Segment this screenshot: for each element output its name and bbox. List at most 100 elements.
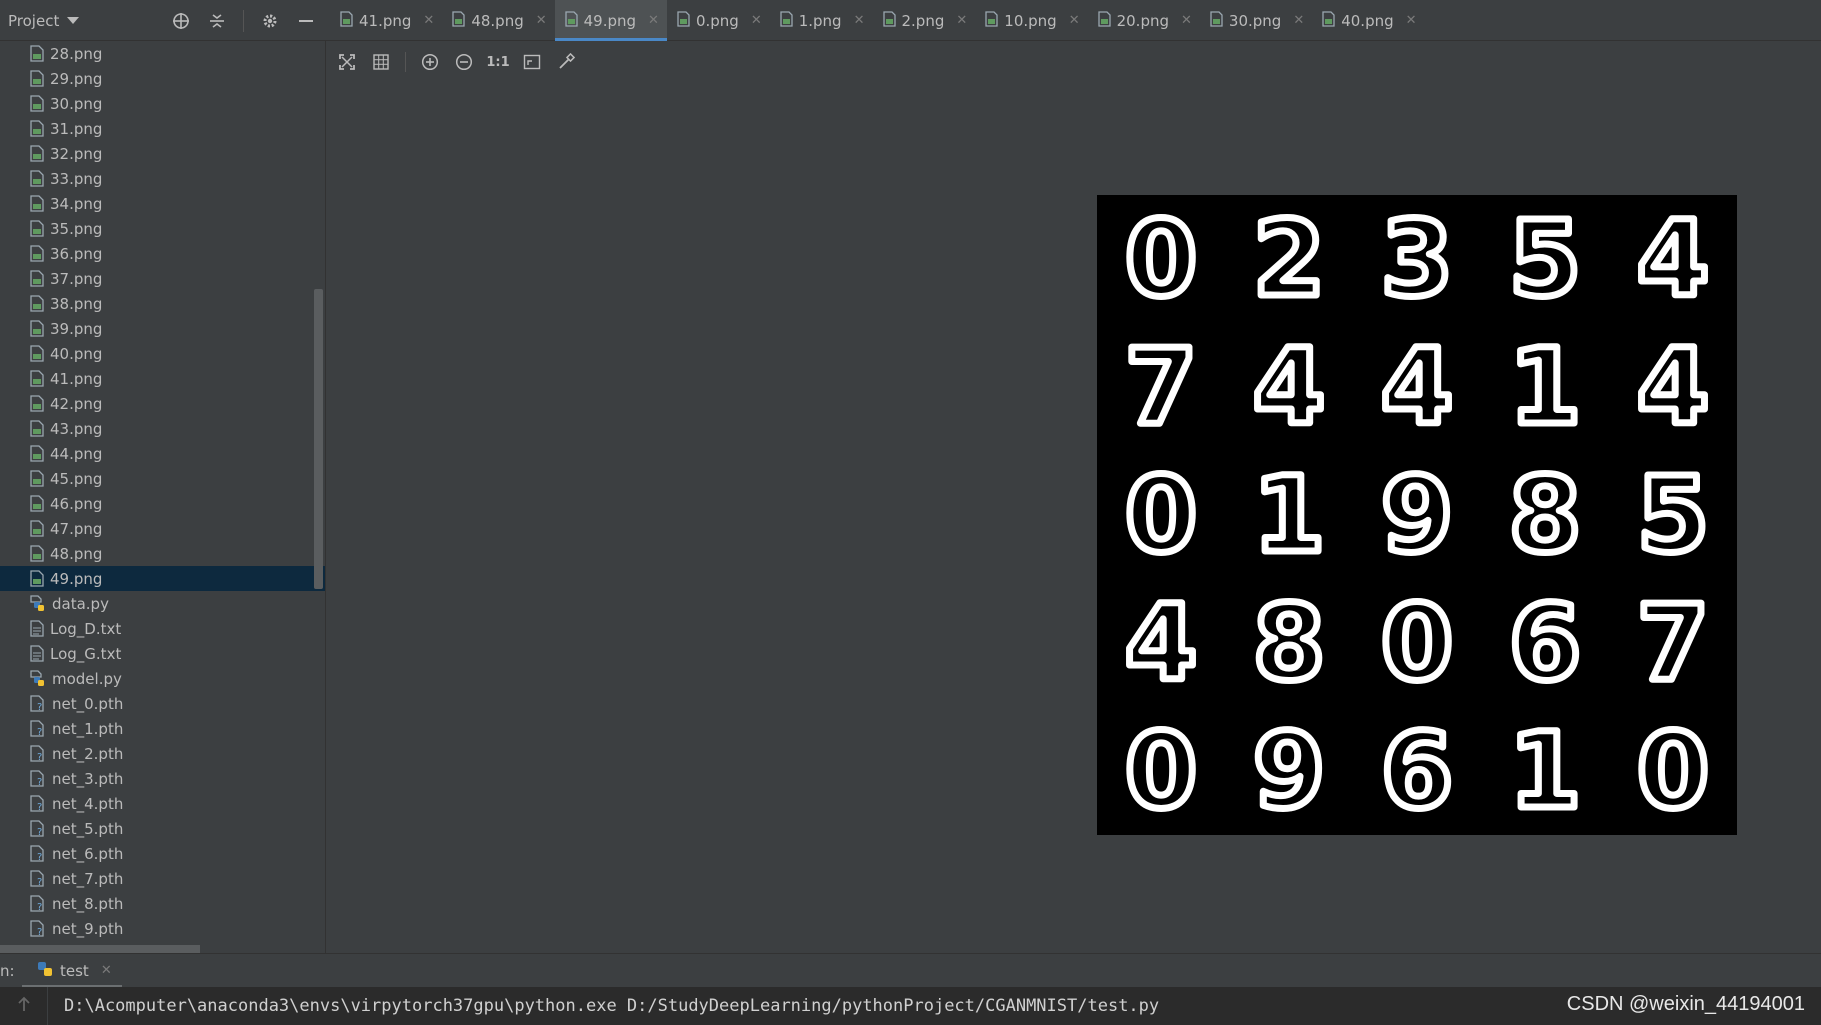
hide-panel-icon[interactable] xyxy=(296,11,316,31)
tree-item[interactable]: 38.png xyxy=(0,291,325,316)
fit-to-window-icon[interactable] xyxy=(337,52,357,72)
image-file-icon xyxy=(30,195,44,212)
tree-item[interactable]: ? net_8.pth xyxy=(0,891,325,916)
chevron-down-icon xyxy=(67,17,80,24)
fit-zoom-icon[interactable] xyxy=(522,52,542,72)
run-label: n: xyxy=(0,961,15,980)
close-icon[interactable]: ✕ xyxy=(101,963,112,978)
tree-item-label: 44.png xyxy=(50,444,103,463)
tree-item[interactable]: ? net_3.pth xyxy=(0,766,325,791)
generated-digit: 4 xyxy=(1637,198,1709,320)
generated-digit: 3 xyxy=(1381,198,1453,320)
close-icon[interactable]: ✕ xyxy=(1293,13,1304,28)
project-view-selector[interactable]: Project xyxy=(8,12,80,30)
tree-item[interactable]: data.py xyxy=(0,591,325,616)
zoom-in-icon[interactable] xyxy=(420,52,440,72)
close-icon[interactable]: ✕ xyxy=(423,13,434,28)
tree-item[interactable]: ? net_0.pth xyxy=(0,691,325,716)
close-icon[interactable]: ✕ xyxy=(956,13,967,28)
tree-item[interactable]: 39.png xyxy=(0,316,325,341)
tree-item[interactable]: 28.png xyxy=(0,41,325,66)
tree-item[interactable]: 34.png xyxy=(0,191,325,216)
run-tab-test[interactable]: test ✕ xyxy=(22,954,122,988)
tree-item[interactable]: 47.png xyxy=(0,516,325,541)
tree-item-label: 40.png xyxy=(50,344,103,363)
tree-item[interactable]: ? net_1.pth xyxy=(0,716,325,741)
tree-item[interactable]: 37.png xyxy=(0,266,325,291)
tree-item[interactable]: 41.png xyxy=(0,366,325,391)
collapse-all-icon[interactable] xyxy=(207,11,227,31)
tree-item[interactable]: 44.png xyxy=(0,441,325,466)
image-file-icon xyxy=(985,10,998,31)
tree-item[interactable]: 42.png xyxy=(0,391,325,416)
editor-tab[interactable]: 40.png ✕ xyxy=(1312,0,1424,41)
tree-item[interactable]: Log_D.txt xyxy=(0,616,325,641)
tree-item-label: net_1.pth xyxy=(52,719,124,738)
editor-tab[interactable]: 20.png ✕ xyxy=(1088,0,1200,41)
editor-tab[interactable]: 10.png ✕ xyxy=(975,0,1087,41)
editor-tab[interactable]: 49.png ✕ xyxy=(554,0,668,41)
image-file-icon xyxy=(30,70,44,87)
close-icon[interactable]: ✕ xyxy=(751,13,762,28)
image-file-icon xyxy=(30,270,44,287)
tree-horizontal-scrollbar[interactable] xyxy=(0,945,200,953)
tree-item[interactable]: 35.png xyxy=(0,216,325,241)
tree-item[interactable]: ? net_7.pth xyxy=(0,866,325,891)
editor-tab[interactable]: 2.png ✕ xyxy=(873,0,976,41)
close-icon[interactable]: ✕ xyxy=(648,13,659,28)
color-picker-icon[interactable] xyxy=(556,52,576,72)
tree-item[interactable]: 31.png xyxy=(0,116,325,141)
tree-item[interactable]: ? net_5.pth xyxy=(0,816,325,841)
generated-digit: 1 xyxy=(1509,710,1581,832)
tree-item[interactable]: 33.png xyxy=(0,166,325,191)
tree-item[interactable]: 29.png xyxy=(0,66,325,91)
image-file-icon xyxy=(30,45,44,62)
generated-digit: 5 xyxy=(1637,454,1709,576)
grid-icon[interactable] xyxy=(371,52,391,72)
image-file-icon xyxy=(30,520,44,537)
editor-tab[interactable]: 48.png ✕ xyxy=(442,0,554,41)
tree-item[interactable]: 43.png xyxy=(0,416,325,441)
tree-item[interactable]: 40.png xyxy=(0,341,325,366)
tree-item[interactable]: 49.png xyxy=(0,566,325,591)
actual-size-icon[interactable]: 1:1 xyxy=(486,52,509,72)
gear-icon[interactable] xyxy=(260,11,280,31)
close-icon[interactable]: ✕ xyxy=(1069,13,1080,28)
tree-item[interactable]: ? net_9.pth xyxy=(0,916,325,941)
image-file-icon xyxy=(30,295,44,312)
close-icon[interactable]: ✕ xyxy=(536,13,547,28)
tree-item[interactable]: 36.png xyxy=(0,241,325,266)
tree-item[interactable]: ? net_2.pth xyxy=(0,741,325,766)
arrow-up-icon[interactable] xyxy=(17,996,31,1016)
tree-item-label: net_5.pth xyxy=(52,819,124,838)
tree-item[interactable]: ? net_4.pth xyxy=(0,791,325,816)
editor-tab[interactable]: 0.png ✕ xyxy=(667,0,770,41)
tree-item[interactable]: model.py xyxy=(0,666,325,691)
tree-item[interactable]: 48.png xyxy=(0,541,325,566)
close-icon[interactable]: ✕ xyxy=(854,13,865,28)
tree-item[interactable]: 30.png xyxy=(0,91,325,116)
editor-tab[interactable]: 41.png ✕ xyxy=(330,0,442,41)
image-file-icon xyxy=(30,320,44,337)
close-icon[interactable]: ✕ xyxy=(1406,13,1417,28)
tree-scrollbar[interactable] xyxy=(314,289,323,589)
tree-item-label: 48.png xyxy=(50,544,103,563)
image-file-icon xyxy=(30,570,44,587)
image-file-icon xyxy=(30,220,44,237)
svg-text:?: ? xyxy=(37,777,42,787)
tree-item[interactable]: ? net_6.pth xyxy=(0,841,325,866)
tree-item-label: net_0.pth xyxy=(52,694,124,713)
zoom-out-icon[interactable] xyxy=(454,52,474,72)
unknown-file-icon: ? xyxy=(30,720,46,737)
tree-item[interactable]: 45.png xyxy=(0,466,325,491)
tree-item-label: net_4.pth xyxy=(52,794,124,813)
editor-tab[interactable]: 30.png ✕ xyxy=(1200,0,1312,41)
tree-item[interactable]: 46.png xyxy=(0,491,325,516)
close-icon[interactable]: ✕ xyxy=(1181,13,1192,28)
editor-tabs: 41.png ✕ 48.png ✕ 49.png ✕ 0.png ✕ 1.png ✕ 2.png ✕ 1… xyxy=(330,0,1425,41)
locate-icon[interactable] xyxy=(171,11,191,31)
tree-item-label: 33.png xyxy=(50,169,103,188)
editor-tab[interactable]: 1.png ✕ xyxy=(770,0,873,41)
tree-item[interactable]: 32.png xyxy=(0,141,325,166)
tree-item[interactable]: Log_G.txt xyxy=(0,641,325,666)
